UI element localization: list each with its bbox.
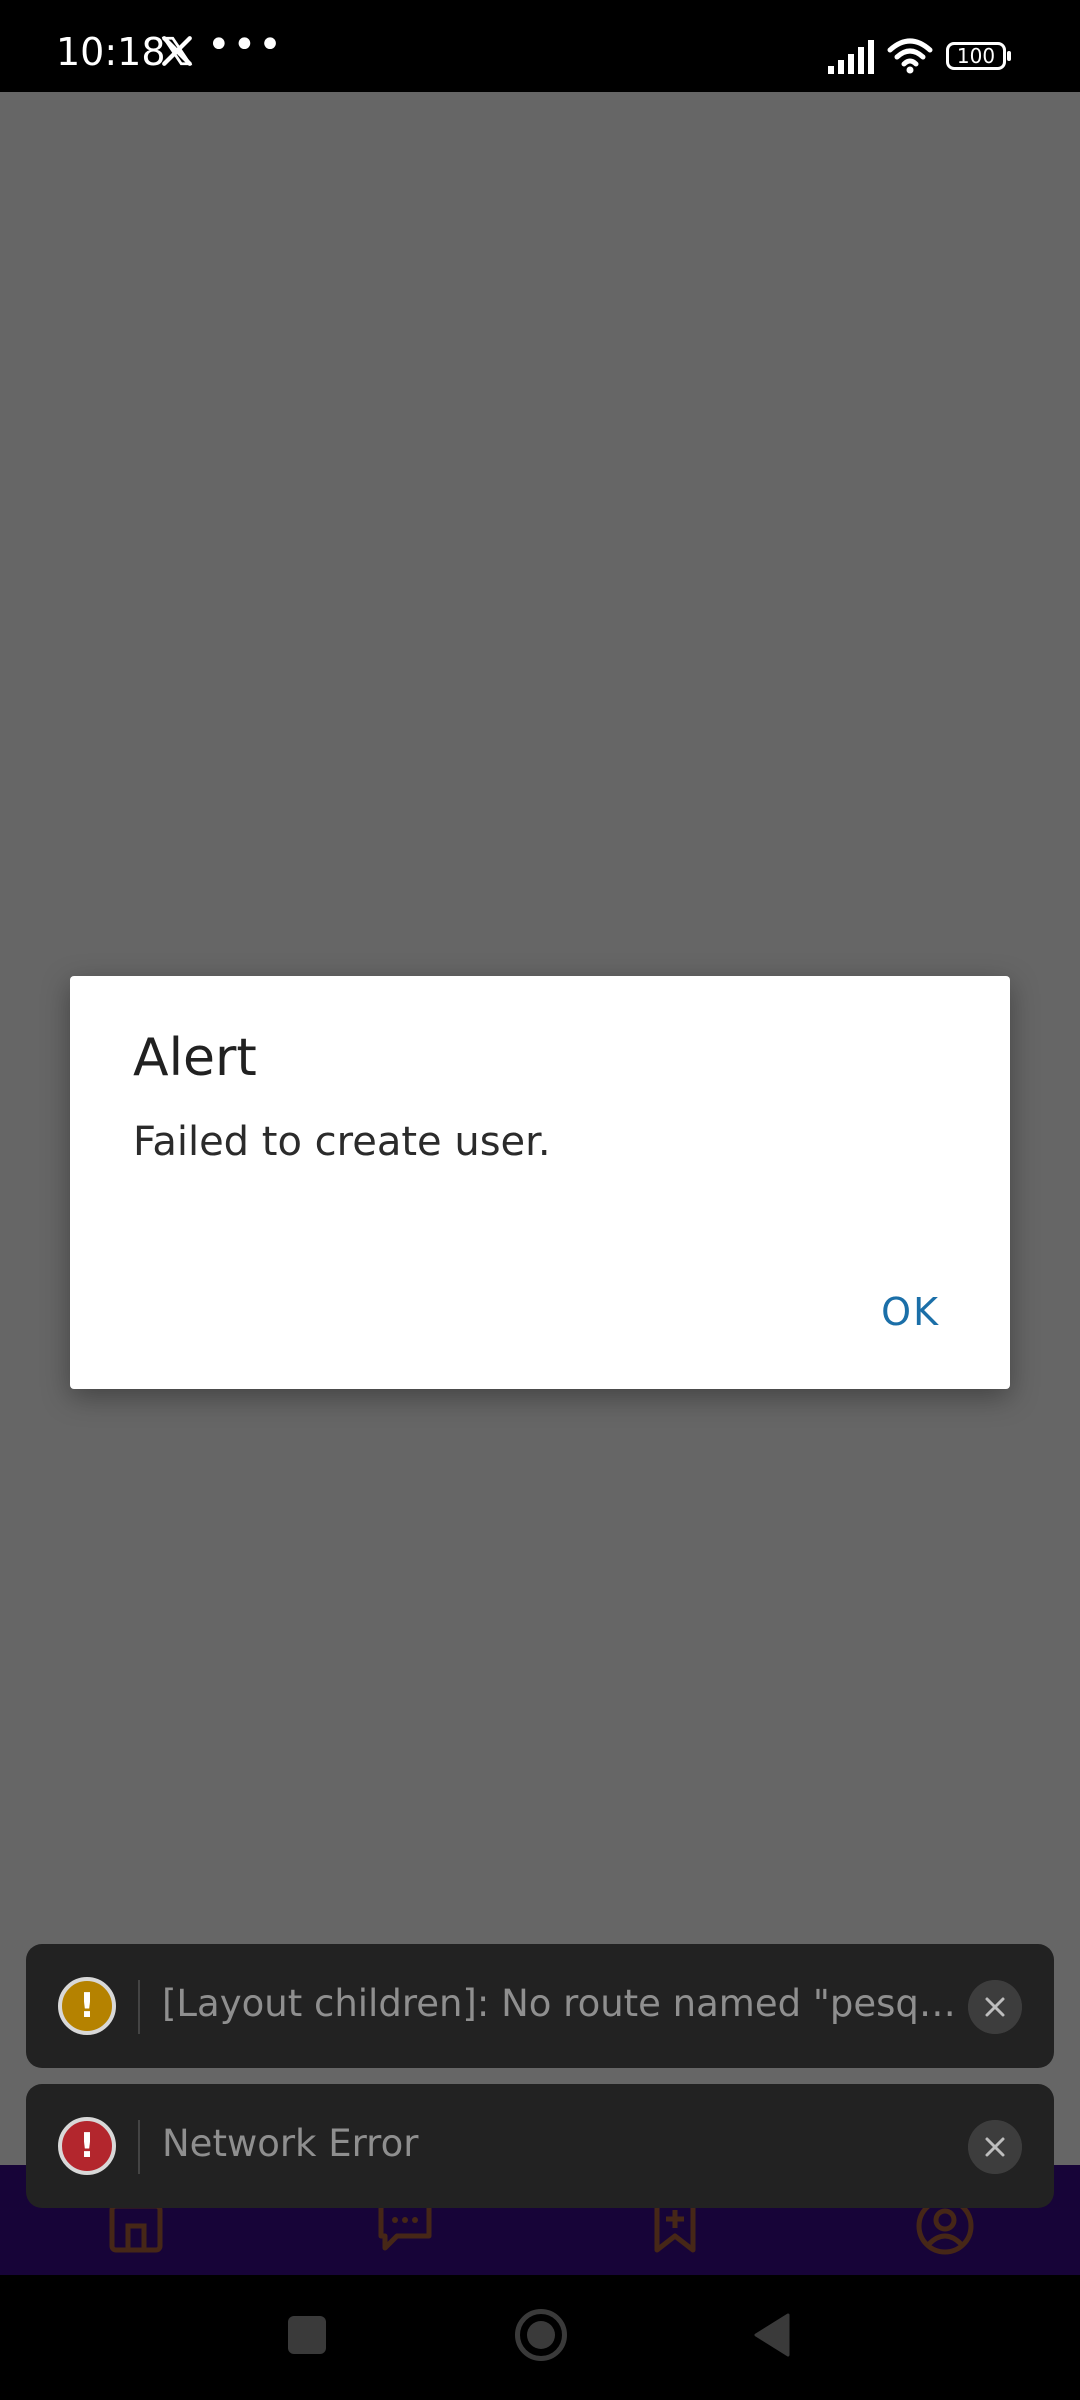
toast-divider (138, 2120, 140, 2174)
close-icon[interactable] (968, 1980, 1022, 2034)
close-icon[interactable] (968, 2120, 1022, 2174)
toast-divider (138, 1980, 140, 2034)
screen: 10:18 ••• 100 Alert Failed to create use… (0, 0, 1080, 2400)
alert-dialog: Alert Failed to create user. OK (70, 976, 1010, 1389)
status-bar: 10:18 ••• 100 (0, 0, 1080, 92)
error-toast[interactable]: ! Network Error (26, 2084, 1054, 2208)
battery-icon: 100 (946, 42, 1011, 70)
warning-toast[interactable]: ! [Layout children]: No route named "pes… (26, 1944, 1054, 2068)
warning-exclamation-icon: ! (58, 1977, 116, 2035)
error-exclamation-icon: ! (58, 2117, 116, 2175)
dialog-title: Alert (133, 1028, 257, 1088)
signal-icon (828, 40, 874, 74)
x-logo-icon (161, 36, 193, 66)
toast-message: Network Error (162, 2122, 419, 2165)
wifi-icon (887, 38, 933, 74)
dialog-message: Failed to create user. (133, 1119, 551, 1165)
back-button[interactable] (752, 2311, 792, 2359)
home-button[interactable] (515, 2309, 567, 2361)
more-dots-icon: ••• (207, 22, 284, 68)
status-time: 10:18 (56, 30, 166, 74)
ok-button[interactable]: OK (871, 1290, 950, 1334)
toast-message: [Layout children]: No route named "pesqu… (162, 1982, 972, 2025)
recents-button[interactable] (288, 2316, 326, 2354)
